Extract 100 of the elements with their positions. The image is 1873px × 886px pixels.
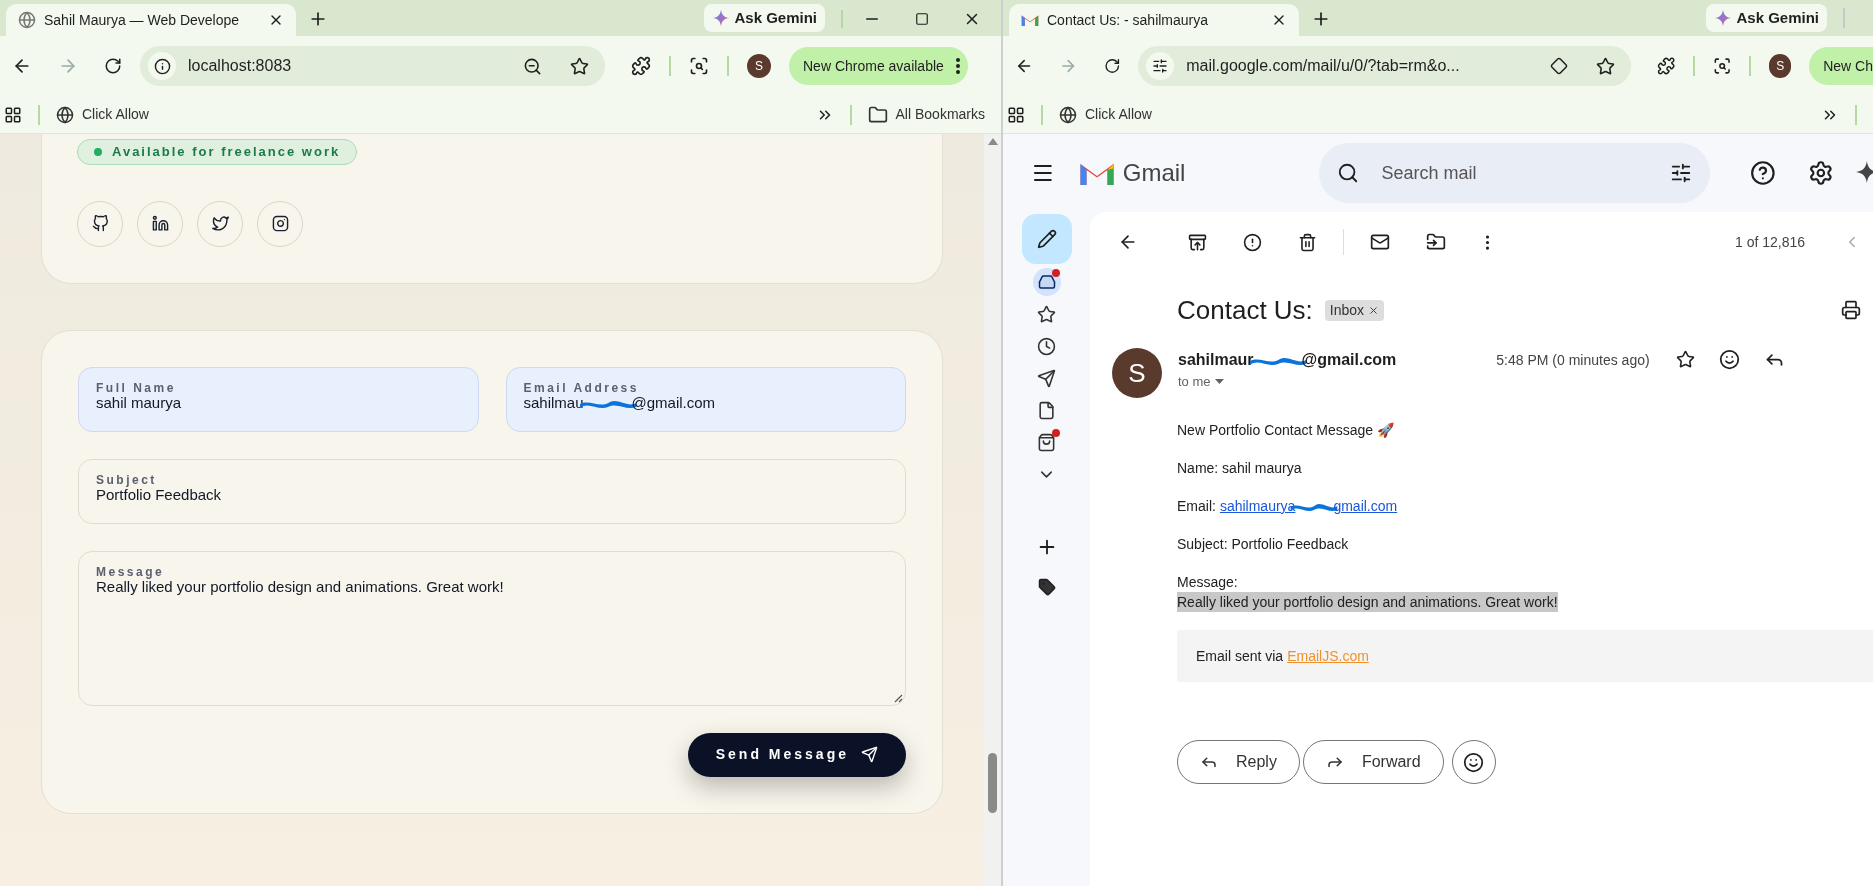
- send-icon: [1037, 368, 1056, 388]
- app-name: Gmail: [1122, 158, 1186, 188]
- url-text: localhost:8083: [188, 56, 293, 76]
- body-line: Subject: Portfolio Feedback: [1177, 535, 1350, 554]
- screen-search-icon[interactable]: [689, 56, 709, 76]
- screen-search-icon[interactable]: [1713, 56, 1732, 76]
- remove-label-icon: [1368, 304, 1380, 316]
- address-bar[interactable]: mail.google.com/mail/u/0/?tab=rm&o...: [1138, 46, 1631, 86]
- inbox-label[interactable]: Inbox: [1324, 299, 1385, 321]
- filter-icon: [1669, 162, 1692, 184]
- bookmark-star-icon[interactable]: [1595, 56, 1615, 76]
- ask-gemini-button[interactable]: Ask Gemini: [704, 4, 825, 32]
- profile-avatar[interactable]: S: [1769, 54, 1792, 78]
- apps-icon[interactable]: [4, 105, 22, 124]
- settings-icon[interactable]: [1807, 160, 1834, 186]
- bag-icon: [1037, 432, 1056, 452]
- availability-badge: Available for freelance work: [77, 139, 358, 165]
- folder-icon: [867, 104, 888, 125]
- print-icon[interactable]: [1841, 300, 1861, 320]
- apps-icon[interactable]: [1007, 105, 1025, 124]
- scrollbar-thumb[interactable]: [988, 753, 997, 813]
- resize-handle-icon[interactable]: [894, 693, 903, 703]
- recipient-toggle[interactable]: to me: [1178, 372, 1397, 392]
- search-icon: [1337, 162, 1360, 184]
- bookmark-item[interactable]: Click Allow: [1059, 104, 1152, 125]
- extensions-icon[interactable]: [631, 56, 651, 76]
- email-subject: Contact Us:: [1177, 293, 1313, 327]
- body-line: Name: sahil maurya: [1177, 459, 1303, 478]
- search-input[interactable]: Search mail: [1381, 159, 1648, 187]
- bookmark-item[interactable]: Click Allow: [56, 104, 149, 125]
- update-button[interactable]: New Ch: [1809, 47, 1873, 85]
- browser-tab[interactable]: Contact Us: - sahilmaurya: [1009, 4, 1299, 36]
- clock-icon: [1037, 336, 1056, 356]
- delete-icon[interactable]: [1298, 232, 1317, 252]
- browser-tab[interactable]: Sahil Maurya — Web Develope: [6, 4, 296, 36]
- mail-logo-icon: [1021, 13, 1039, 27]
- input-field[interactable]: Email Address sahilmau @gmail.com: [505, 366, 906, 432]
- mark-unread-icon[interactable]: [1370, 232, 1390, 252]
- help-icon[interactable]: [1749, 160, 1776, 186]
- message-text: Really liked your portfolio design and animations. Great work!: [1177, 592, 1558, 612]
- info-icon[interactable]: [153, 57, 171, 75]
- bookmark-star-icon[interactable]: [570, 56, 589, 76]
- tab-title: Sahil Maurya — Web Develope: [44, 10, 241, 30]
- star-icon: [1037, 304, 1056, 324]
- sender-avatar: S: [1112, 348, 1162, 398]
- emoji-icon[interactable]: [1718, 349, 1740, 370]
- zoom-icon[interactable]: [523, 56, 542, 76]
- globe-icon: [1059, 105, 1077, 124]
- compose-button[interactable]: [1021, 214, 1072, 264]
- field-label: Subject: [96, 473, 158, 486]
- field-value: sahilmau @gmail.com: [523, 393, 717, 412]
- ask-gemini-button[interactable]: Ask Gemini: [1706, 4, 1827, 32]
- instagram-icon: [271, 215, 289, 232]
- footer-text: Email sent via: [1196, 647, 1284, 666]
- move-to-icon[interactable]: [1426, 232, 1446, 252]
- send-message-button[interactable]: Send Message: [687, 732, 906, 777]
- field-label: Email Address: [523, 381, 640, 394]
- body-heading: New Portfolio Contact Message 🚀: [1177, 421, 1395, 440]
- input-field[interactable]: Full Name sahil maurya: [78, 366, 479, 432]
- inbox-icon: [1037, 273, 1056, 291]
- send-icon: [861, 746, 878, 763]
- all-bookmarks-item[interactable]: All Bookmarks: [867, 104, 1001, 125]
- github-icon: [91, 215, 109, 232]
- body-line: Message:: [1177, 573, 1239, 592]
- globe-icon: [56, 105, 74, 124]
- scroll-up-icon[interactable]: [987, 138, 998, 145]
- field-label: Message: [96, 565, 166, 578]
- file-icon: [1037, 400, 1056, 420]
- pencil-icon: [1036, 229, 1057, 249]
- email-link[interactable]: sahilmaurya gmail.com: [1219, 496, 1398, 516]
- body-line: Email:: [1177, 497, 1216, 516]
- profile-avatar[interactable]: S: [747, 54, 771, 78]
- input-field[interactable]: Subject Portfolio Feedback: [78, 458, 906, 524]
- maximize-icon[interactable]: [915, 12, 929, 26]
- report-spam-icon[interactable]: [1243, 232, 1262, 252]
- archive-icon[interactable]: [1188, 232, 1207, 252]
- update-button[interactable]: New Chrome available: [789, 47, 968, 85]
- menu-dots-icon: [955, 58, 960, 74]
- reload-icon[interactable]: [104, 57, 122, 75]
- caret-icon: [1214, 379, 1224, 385]
- message-field[interactable]: Message Really liked your portfolio design and animations. Great work!: [78, 550, 906, 706]
- globe-icon: [18, 11, 36, 29]
- star-icon[interactable]: [1675, 350, 1695, 369]
- inbox-nav-item[interactable]: [1032, 268, 1061, 296]
- extensions-icon[interactable]: [1656, 56, 1676, 76]
- linkedin-icon: [151, 215, 169, 232]
- message-counter: 1 of 12,816: [1735, 232, 1806, 252]
- url-text: mail.google.com/mail/u/0/?tab=rm&o...: [1186, 56, 1461, 76]
- emoji-icon: [1463, 751, 1485, 773]
- twitter-icon: [211, 215, 229, 232]
- diamond-icon[interactable]: [1549, 57, 1568, 75]
- tab-title: Contact Us: - sahilmaurya: [1047, 10, 1210, 30]
- address-bar[interactable]: localhost:8083: [140, 46, 605, 86]
- field-label: Full Name: [96, 381, 177, 394]
- message-time: 5:48 PM (0 minutes ago): [1496, 351, 1650, 370]
- label-icon[interactable]: [1037, 578, 1056, 596]
- site-settings-icon[interactable]: [1152, 58, 1169, 74]
- sender-address: sahilmaur @gmail.com: [1178, 350, 1397, 370]
- reload-icon[interactable]: [1103, 57, 1121, 75]
- search-field[interactable]: Search mail: [1319, 143, 1710, 203]
